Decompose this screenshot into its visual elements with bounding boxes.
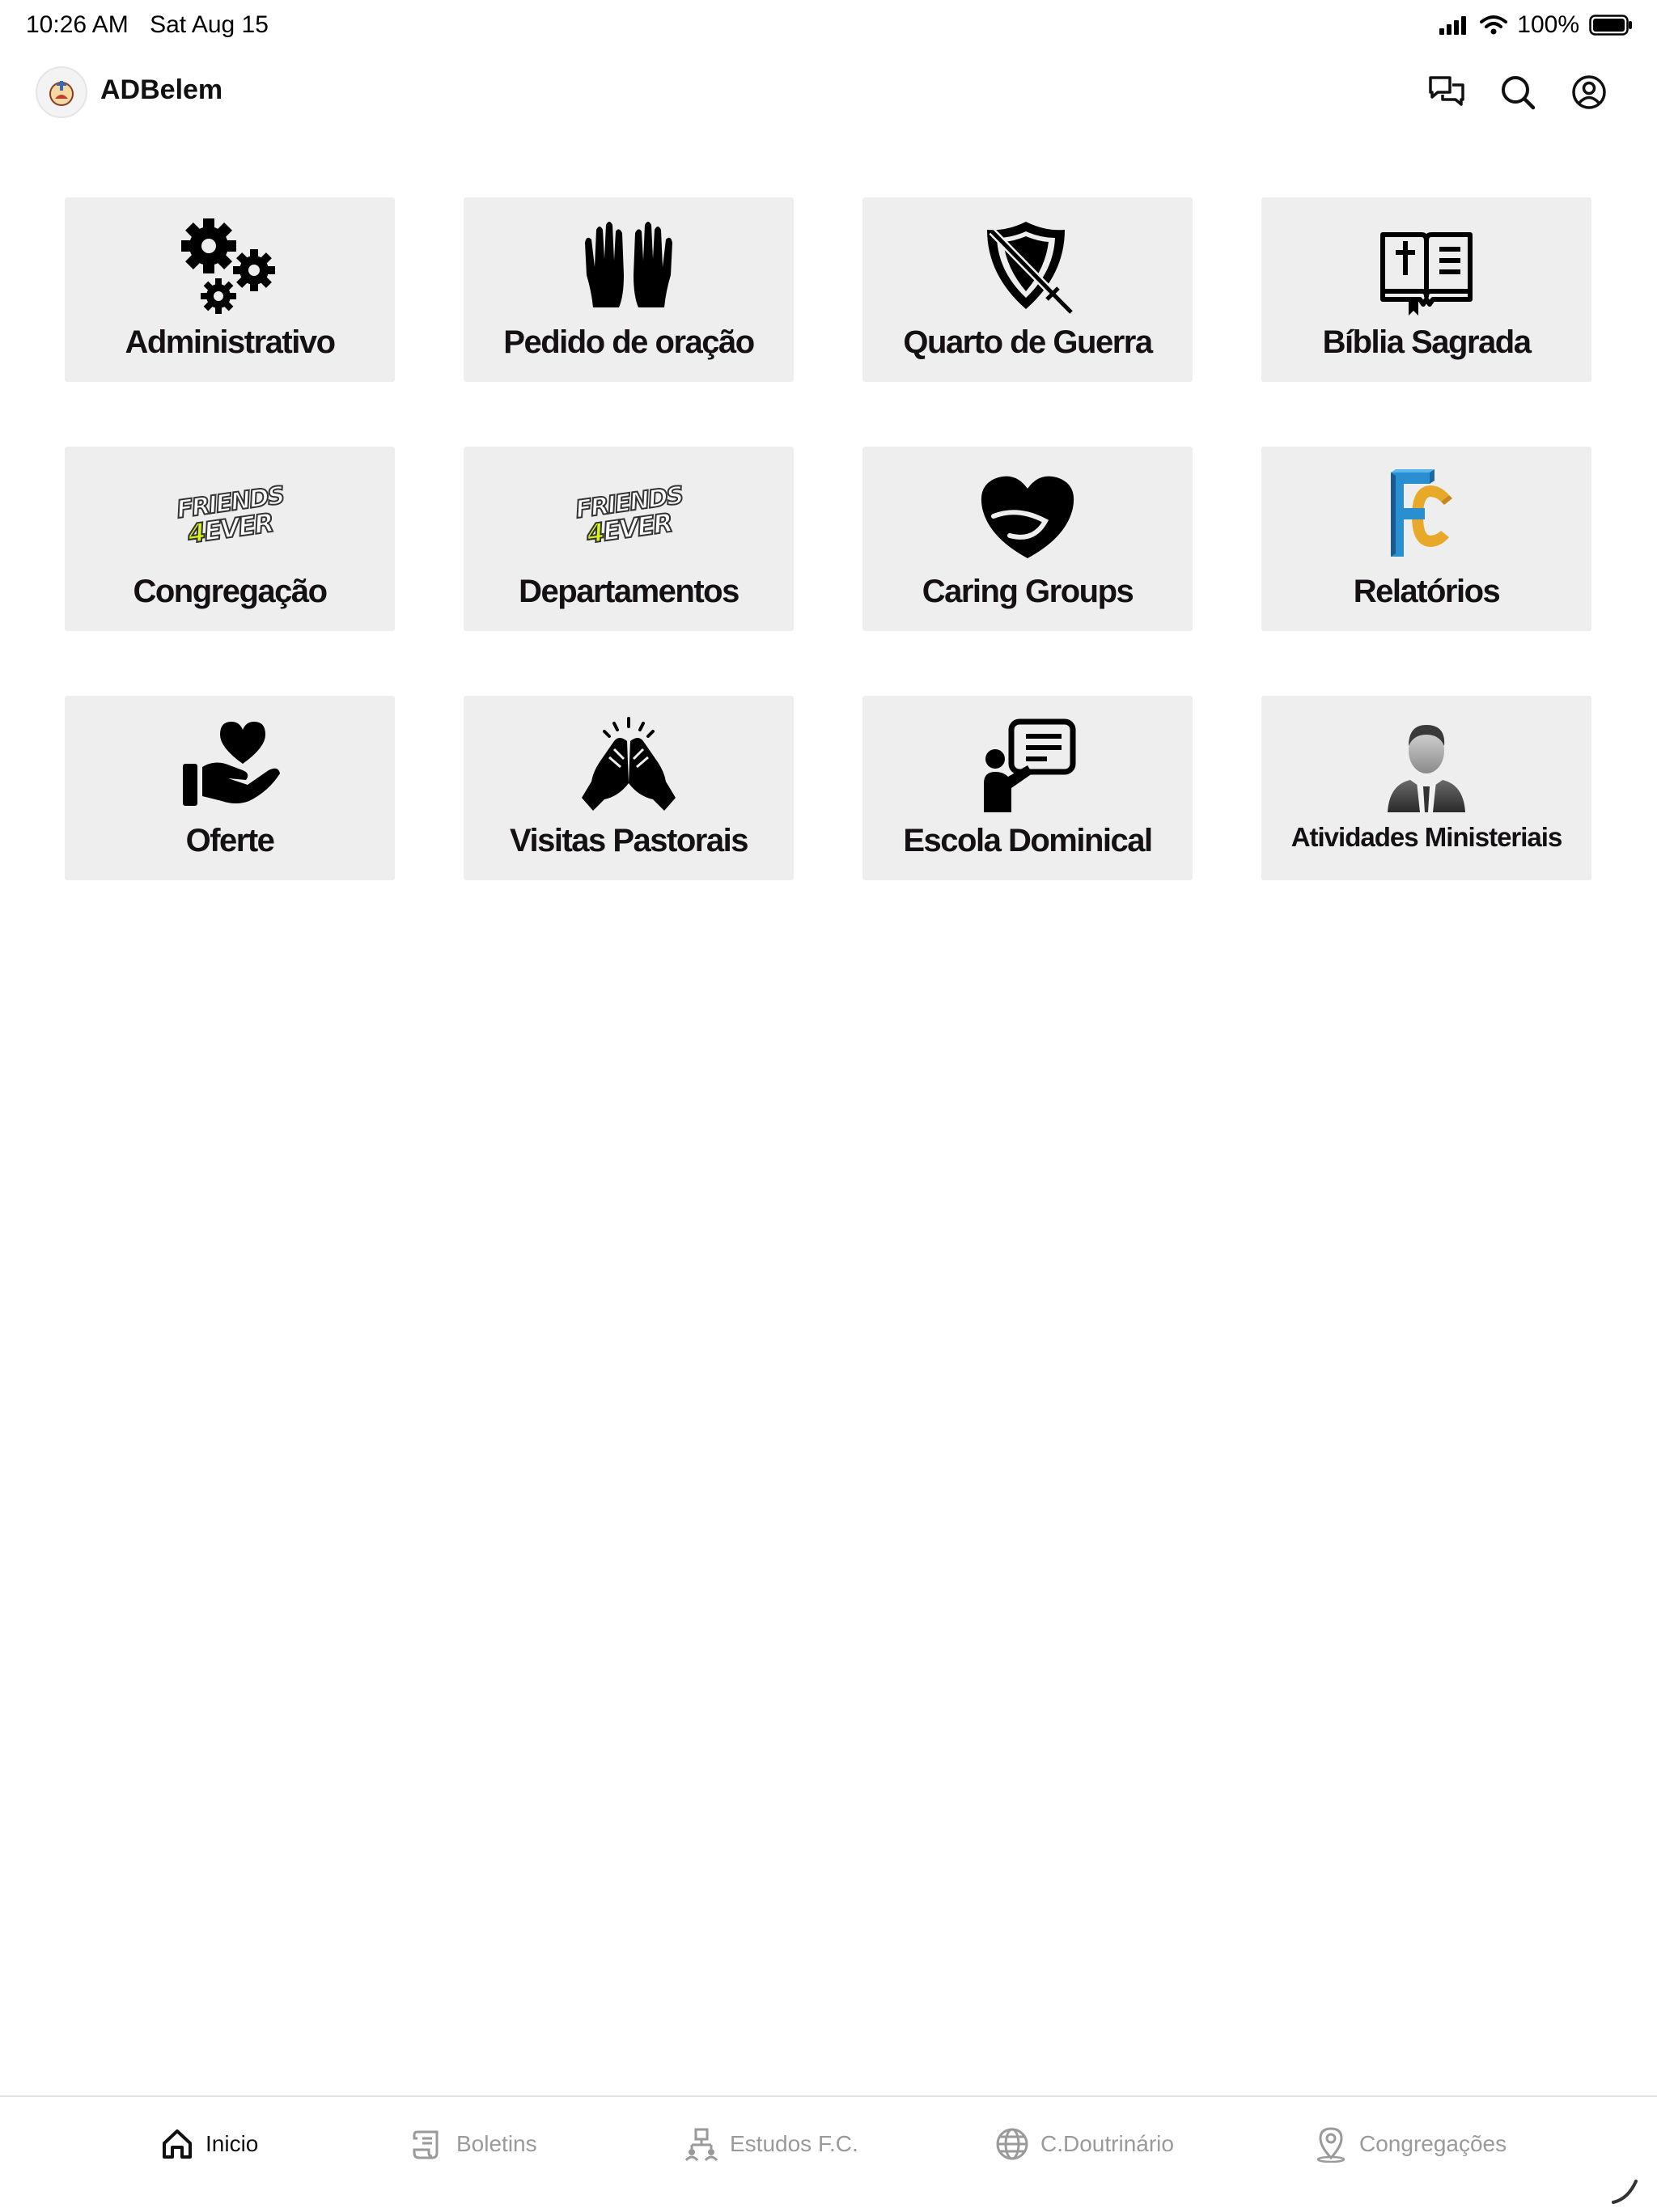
praying-hands-icon: [585, 222, 672, 307]
tile-pedido-de-oracao[interactable]: Pedido de oração: [464, 197, 794, 382]
tile-escola-dominical[interactable]: Escola Dominical: [862, 696, 1193, 880]
search-icon: [1502, 76, 1536, 110]
tile-label: Atividades Ministeriais: [1290, 822, 1563, 852]
tile-caring-groups[interactable]: Caring Groups: [862, 447, 1193, 631]
tab-boletins[interactable]: Boletins: [411, 2121, 537, 2167]
search-button[interactable]: [1497, 71, 1539, 113]
tile-label: Congregação: [133, 574, 328, 609]
chat-icon: [1429, 76, 1464, 106]
businessman-icon: [1388, 725, 1465, 812]
cellular-signal-icon: [1439, 16, 1467, 35]
scroll-icon: [413, 2130, 439, 2159]
chat-button[interactable]: [1426, 71, 1468, 113]
tab-label: C.Doutrinário: [1040, 2131, 1174, 2156]
tab-label: Estudos F.C.: [730, 2131, 858, 2156]
org-chart-icon: [684, 2128, 718, 2161]
tile-departamentos[interactable]: FRIENDS 4EVER Departamentos: [464, 447, 794, 631]
status-time-date: 10:26 AM Sat Aug 15: [26, 11, 283, 39]
tile-label: Escola Dominical: [903, 823, 1153, 858]
tile-label: Bíblia Sagrada: [1322, 324, 1532, 360]
menu-grid: Administrativo Pedido de oração Quarto d…: [65, 197, 1592, 880]
high-five-icon: [582, 717, 676, 811]
status-date: Sat Aug 15: [150, 11, 269, 38]
tile-label: Relatórios: [1353, 574, 1501, 609]
header-actions: [1426, 71, 1610, 113]
status-indicators: 100%: [1438, 11, 1633, 39]
tile-label: Quarto de Guerra: [903, 324, 1153, 360]
tab-label: Inicio: [206, 2131, 259, 2156]
tile-atividades-ministeriais[interactable]: Atividades Ministeriais: [1261, 696, 1591, 880]
friends-4ever-logo: FRIENDS 4EVER: [573, 481, 684, 550]
tile-biblia-sagrada[interactable]: Bíblia Sagrada: [1261, 197, 1591, 382]
gears-icon: [181, 218, 275, 314]
bottom-tab-bar: Inicio Boletins Estudos F.C. C.Doutrinár…: [0, 2095, 1657, 2212]
teacher-board-icon: [984, 718, 1076, 812]
heart-hand-icon: [183, 722, 280, 806]
tab-label: Boletins: [456, 2131, 537, 2156]
tile-relatorios[interactable]: Relatórios: [1261, 447, 1591, 631]
status-time: 10:26 AM: [26, 11, 129, 38]
tab-congregacoes[interactable]: Congregações: [1314, 2121, 1507, 2167]
globe-icon: [996, 2128, 1028, 2160]
app-logo[interactable]: [36, 66, 87, 118]
status-bar: 10:26 AM Sat Aug 15 100%: [0, 0, 1657, 52]
location-pin-icon: [1316, 2127, 1346, 2163]
tile-label: Oferte: [185, 823, 275, 858]
friends-4ever-logo: FRIENDS 4EVER: [174, 481, 286, 550]
battery-icon: [1589, 15, 1632, 36]
scroll-indicator-icon: [1612, 2180, 1638, 2204]
tile-label: Caring Groups: [922, 574, 1134, 609]
bible-icon: [1380, 232, 1473, 316]
app-title: ADBelem: [100, 74, 223, 105]
tab-c-doutrinario[interactable]: C.Doutrinário: [995, 2121, 1174, 2167]
tile-oferte[interactable]: Oferte: [65, 696, 395, 880]
tile-quarto-de-guerra[interactable]: Quarto de Guerra: [862, 197, 1193, 382]
fc-logo: [1391, 469, 1452, 557]
shield-sword-icon: [987, 222, 1073, 314]
battery-percent: 100%: [1517, 11, 1579, 38]
tab-estudos-fc[interactable]: Estudos F.C.: [684, 2121, 858, 2167]
heart-leaf-icon: [981, 476, 1074, 558]
user-circle-icon: [1572, 75, 1606, 109]
tile-label: Administrativo: [125, 324, 336, 360]
tile-label: Departamentos: [519, 574, 740, 609]
app-header: ADBelem: [0, 57, 1657, 129]
tile-visitas-pastorais[interactable]: Visitas Pastorais: [464, 696, 794, 880]
tab-inicio[interactable]: Inicio: [160, 2121, 258, 2167]
home-icon: [163, 2129, 192, 2159]
profile-button[interactable]: [1568, 71, 1610, 113]
tab-label: Congregações: [1359, 2131, 1507, 2156]
tile-label: Pedido de oração: [503, 324, 755, 360]
church-emblem-icon: [49, 81, 74, 106]
tile-administrativo[interactable]: Administrativo: [65, 197, 395, 382]
tile-label: Visitas Pastorais: [510, 823, 748, 858]
tile-congregacao[interactable]: FRIENDS 4EVER Congregação: [65, 447, 395, 631]
wifi-icon: [1480, 15, 1508, 35]
